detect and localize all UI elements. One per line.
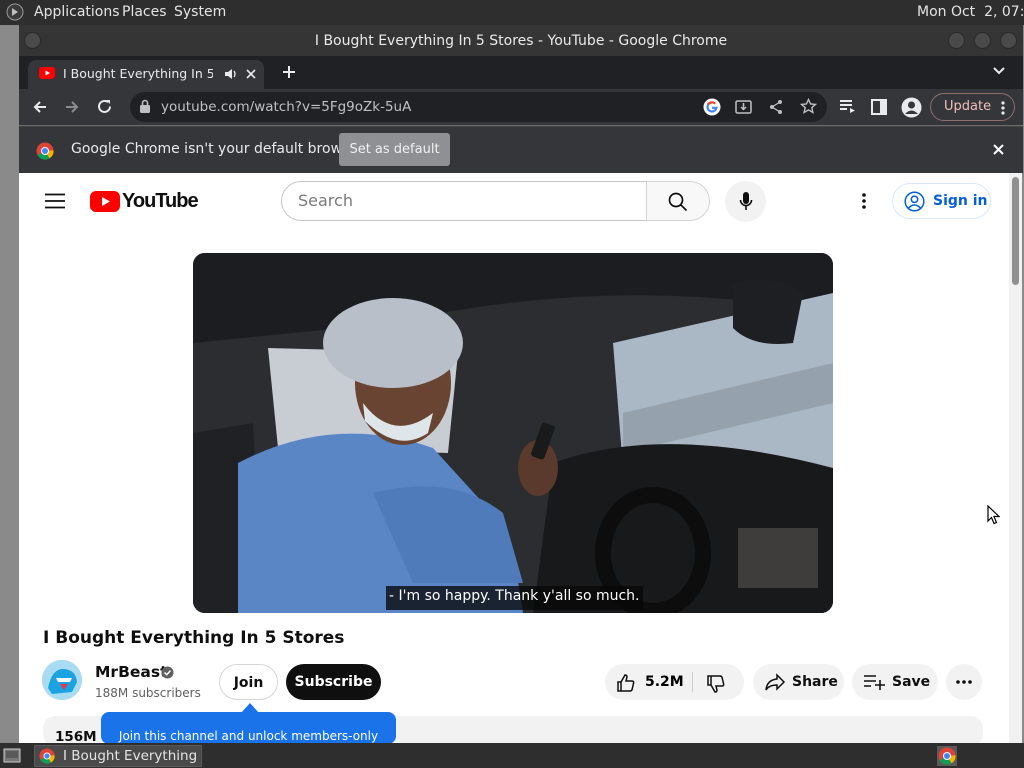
search-input[interactable]: Search bbox=[281, 181, 647, 221]
channel-avatar[interactable] bbox=[42, 660, 82, 700]
mouse-cursor-icon bbox=[987, 505, 1000, 525]
audio-playing-icon[interactable] bbox=[224, 67, 238, 81]
save-button[interactable]: Save bbox=[852, 664, 938, 700]
menu-applications[interactable]: Applications bbox=[34, 4, 120, 20]
save-label: Save bbox=[892, 674, 931, 690]
video-caption: - I'm so happy. Thank y'all so much. bbox=[386, 586, 643, 610]
subscribe-button[interactable]: Subscribe bbox=[286, 664, 381, 700]
youtube-logo-text: YouTube bbox=[122, 190, 199, 212]
profile-avatar-icon[interactable] bbox=[901, 97, 922, 118]
tab-youtube[interactable]: I Bought Everything In 5 Stores bbox=[28, 60, 264, 89]
default-browser-infobar: Google Chrome isn't your default browser bbox=[19, 126, 1023, 173]
chrome-logo-icon bbox=[36, 142, 54, 160]
kebab-menu-icon bbox=[1001, 101, 1005, 115]
chrome-taskbar-icon bbox=[39, 748, 55, 764]
more-horizontal-icon bbox=[956, 680, 972, 684]
join-tooltip: Join this channel and unlock members-onl… bbox=[101, 712, 396, 744]
sign-in-button[interactable]: Sign in bbox=[892, 183, 991, 219]
window-title: I Bought Everything In 5 Stores - YouTub… bbox=[314, 33, 728, 49]
taskbar-item-label: I Bought Everything ... bbox=[63, 748, 202, 764]
taskbar-chrome-window[interactable]: I Bought Everything ... bbox=[34, 745, 202, 767]
thumbs-up-icon[interactable] bbox=[616, 673, 636, 693]
share-label: Share bbox=[792, 674, 838, 690]
bookmark-star-icon[interactable] bbox=[800, 98, 817, 115]
video-title: I Bought Everything In 5 Stores bbox=[43, 628, 345, 648]
gnome-foot-icon[interactable] bbox=[6, 3, 24, 21]
settings-kebab-icon[interactable] bbox=[862, 193, 866, 209]
set-as-default-button[interactable]: Set as default bbox=[339, 133, 450, 166]
new-tab-icon[interactable] bbox=[281, 64, 297, 80]
infobar-message: Google Chrome isn't your default browser bbox=[71, 141, 364, 157]
close-tab-icon[interactable] bbox=[244, 67, 258, 81]
maximize-button[interactable] bbox=[974, 32, 991, 49]
lock-icon[interactable] bbox=[139, 99, 151, 114]
like-divider bbox=[692, 672, 693, 692]
tab-title: I Bought Everything In 5 Stores bbox=[63, 66, 213, 81]
clock[interactable]: Mon Oct 2, 07:20 bbox=[917, 4, 1024, 20]
search-button[interactable] bbox=[646, 181, 710, 221]
playlist-add-icon bbox=[863, 674, 885, 690]
page-scrollbar-thumb[interactable] bbox=[1012, 177, 1019, 285]
share-button[interactable]: Share bbox=[753, 664, 844, 700]
join-button[interactable]: Join bbox=[219, 664, 278, 700]
forward-arrow-icon[interactable] bbox=[64, 99, 80, 115]
top-panel: Applications Places System Mon Oct 2, 07… bbox=[0, 0, 1024, 25]
close-window-button[interactable] bbox=[1000, 32, 1017, 49]
back-arrow-icon[interactable] bbox=[32, 99, 48, 115]
media-queue-icon[interactable] bbox=[839, 99, 856, 114]
share-icon[interactable] bbox=[768, 99, 784, 115]
youtube-favicon-icon bbox=[39, 67, 55, 79]
more-actions-button[interactable] bbox=[946, 664, 982, 700]
install-app-icon[interactable] bbox=[735, 99, 752, 115]
minimize-button[interactable] bbox=[948, 32, 965, 49]
like-dislike-bar: 5.2M bbox=[605, 664, 744, 700]
mrbeast-panther-icon bbox=[42, 660, 82, 700]
youtube-logo-icon bbox=[90, 191, 120, 212]
side-panel-icon[interactable] bbox=[871, 99, 887, 115]
window-titlebar[interactable]: I Bought Everything In 5 Stores - YouTub… bbox=[19, 25, 1023, 56]
video-player[interactable] bbox=[193, 253, 833, 613]
desktop-background bbox=[0, 25, 19, 743]
menu-places[interactable]: Places bbox=[122, 4, 167, 20]
channel-name[interactable]: MrBeast bbox=[95, 663, 168, 681]
url-text[interactable]: youtube.com/watch?v=5Fg9oZk-5uA bbox=[161, 99, 411, 115]
subscriber-count: 188M subscribers bbox=[95, 686, 201, 700]
like-count[interactable]: 5.2M bbox=[645, 664, 684, 700]
google-icon[interactable] bbox=[703, 98, 721, 116]
chrome-tray-icon[interactable] bbox=[937, 746, 957, 766]
hamburger-menu-icon[interactable] bbox=[45, 193, 65, 209]
window-menu-button[interactable] bbox=[24, 32, 41, 49]
search-icon bbox=[668, 192, 688, 212]
account-circle-icon bbox=[904, 191, 925, 212]
update-button[interactable]: Update bbox=[930, 93, 1015, 121]
show-desktop-icon[interactable] bbox=[3, 748, 21, 763]
search-placeholder: Search bbox=[298, 191, 353, 210]
update-label: Update bbox=[944, 99, 992, 114]
share-arrow-icon bbox=[764, 673, 786, 692]
sign-in-label: Sign in bbox=[933, 193, 988, 209]
menu-system[interactable]: System bbox=[174, 4, 226, 20]
voice-search-button[interactable] bbox=[725, 181, 766, 222]
video-frame bbox=[193, 253, 833, 613]
tab-search-chevron-down-icon[interactable] bbox=[992, 66, 1006, 76]
close-infobar-icon[interactable] bbox=[992, 143, 1005, 156]
reload-icon[interactable] bbox=[96, 98, 113, 115]
verified-badge-icon bbox=[161, 666, 174, 679]
thumbs-down-icon[interactable] bbox=[706, 674, 726, 694]
microphone-icon bbox=[739, 191, 753, 212]
